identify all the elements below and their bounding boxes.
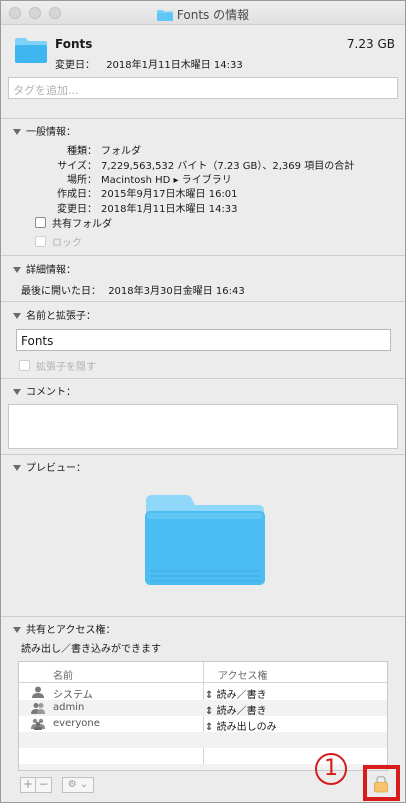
table-row[interactable]: システム ⇕ 読み／書き (19, 684, 387, 701)
divider (1, 454, 405, 455)
disclosure-triangle-icon (13, 465, 21, 471)
info-window: Fonts の情報 Fonts 7.23 GB 変更日： 2018年1月11日木… (0, 0, 406, 803)
general-key: 作成日： (57, 189, 97, 200)
general-value: 7,229,563,532 バイト（7.23 GB）、2,369 項目の合計 (101, 161, 355, 172)
general-row-size: サイズ： 7,229,563,532 バイト（7.23 GB）、2,369 項目… (1, 157, 405, 172)
remove-button[interactable]: − (36, 777, 52, 793)
general-key: 種類： (67, 146, 97, 157)
section-general-toggle[interactable]: 一般情報： (13, 123, 76, 138)
section-sharing-toggle[interactable]: 共有とアクセス権： (13, 621, 116, 636)
table-row-empty (19, 732, 387, 748)
section-more-info-title: 詳細情報： (26, 265, 76, 276)
general-value: 2015年9月17日木曜日 16:01 (101, 189, 238, 200)
section-preview-title: プレビュー： (26, 463, 86, 474)
modified-value: 2018年1月11日木曜日 14:33 (106, 60, 243, 71)
access-status: 読み出し／書き込みができます (21, 644, 161, 655)
access-popup[interactable]: ⇕ 読み出しのみ (205, 718, 277, 733)
table-row[interactable]: admin ⇕ 読み／書き (19, 700, 387, 717)
section-name-ext-title: 名前と拡張子： (26, 311, 96, 322)
lock-icon[interactable] (373, 775, 389, 793)
checkbox-box (35, 236, 46, 247)
file-size: 7.23 GB (346, 37, 395, 51)
principal-name: everyone (53, 718, 100, 729)
disclosure-triangle-icon (13, 313, 21, 319)
general-row-kind: 種類： フォルダ (1, 142, 405, 157)
locked-label: ロック (52, 238, 82, 249)
section-comments-title: コメント： (26, 387, 76, 398)
hide-extension-checkbox[interactable]: 拡張子を隠す (19, 358, 96, 373)
divider (1, 378, 405, 379)
hide-extension-label: 拡張子を隠す (36, 362, 96, 373)
general-row-modified: 変更日： 2018年1月11日木曜日 14:33 (1, 200, 405, 215)
callout-marker: 1 (315, 753, 347, 785)
general-row-created: 作成日： 2015年9月17日木曜日 16:01 (1, 185, 405, 200)
last-opened-line: 最後に開いた日： 2018年3月30日金曜日 16:43 (21, 282, 245, 297)
permissions-toolbar: + − ⚙ ⌄ (20, 777, 94, 793)
window-title: Fonts の情報 (1, 6, 405, 23)
checkbox-box (35, 217, 46, 228)
divider (1, 616, 405, 617)
divider (1, 301, 405, 302)
action-menu-button[interactable]: ⚙ ⌄ (62, 777, 94, 793)
locked-checkbox[interactable]: ロック (35, 234, 82, 249)
general-value: フォルダ (101, 146, 141, 157)
tags-field[interactable]: タグを追加... (8, 77, 398, 99)
general-value: 2018年1月11日木曜日 14:33 (101, 204, 238, 215)
section-name-ext-toggle[interactable]: 名前と拡張子： (13, 307, 96, 322)
column-access-header[interactable]: アクセス権 (218, 667, 268, 682)
section-sharing-title: 共有とアクセス権： (26, 625, 116, 636)
title-bar: Fonts の情報 (1, 1, 405, 25)
group-icon (31, 703, 45, 714)
comments-field[interactable] (8, 404, 398, 449)
file-header: Fonts 7.23 GB 変更日： 2018年1月11日木曜日 14:33 (1, 25, 405, 75)
column-name-header[interactable]: 名前 (53, 667, 73, 682)
checkbox-box (19, 360, 30, 371)
table-row[interactable]: everyone ⇕ 読み出しのみ (19, 716, 387, 733)
section-comments-toggle[interactable]: コメント： (13, 383, 76, 398)
general-key: 場所： (67, 175, 97, 186)
section-preview-toggle[interactable]: プレビュー： (13, 459, 86, 474)
everyone-icon (31, 718, 45, 730)
disclosure-triangle-icon (13, 389, 21, 395)
general-key: サイズ： (57, 161, 97, 172)
user-icon (32, 686, 44, 698)
last-opened-label: 最後に開いた日： (21, 286, 101, 297)
access-popup[interactable]: ⇕ 読み／書き (205, 686, 267, 701)
modified-line: 変更日： 2018年1月11日木曜日 14:33 (55, 56, 251, 71)
general-key: 変更日： (57, 204, 97, 215)
principal-name: システム (53, 690, 93, 701)
divider (1, 118, 405, 119)
preview-folder-icon (145, 495, 265, 585)
disclosure-triangle-icon (13, 267, 21, 273)
section-more-info-toggle[interactable]: 詳細情報： (13, 261, 76, 276)
last-opened-value: 2018年3月30日金曜日 16:43 (108, 286, 245, 297)
add-button[interactable]: + (20, 777, 36, 793)
name-field[interactable]: Fonts (16, 329, 391, 351)
shared-folder-checkbox[interactable]: 共有フォルダ (35, 215, 112, 230)
file-name: Fonts (55, 37, 93, 51)
folder-icon (15, 38, 47, 63)
general-value: Macintosh HD ▸ ライブラリ (101, 175, 232, 186)
principal-name: admin (53, 702, 85, 713)
disclosure-triangle-icon (13, 129, 21, 135)
folder-icon (156, 9, 173, 21)
window-title-text: Fonts の情報 (176, 8, 250, 22)
general-row-location: 場所： Macintosh HD ▸ ライブラリ (1, 171, 405, 186)
disclosure-triangle-icon (13, 627, 21, 633)
section-general-title: 一般情報： (26, 127, 76, 138)
divider (1, 255, 405, 256)
access-popup[interactable]: ⇕ 読み／書き (205, 702, 267, 717)
modified-label: 変更日： (55, 60, 95, 71)
shared-folder-label: 共有フォルダ (52, 219, 112, 230)
